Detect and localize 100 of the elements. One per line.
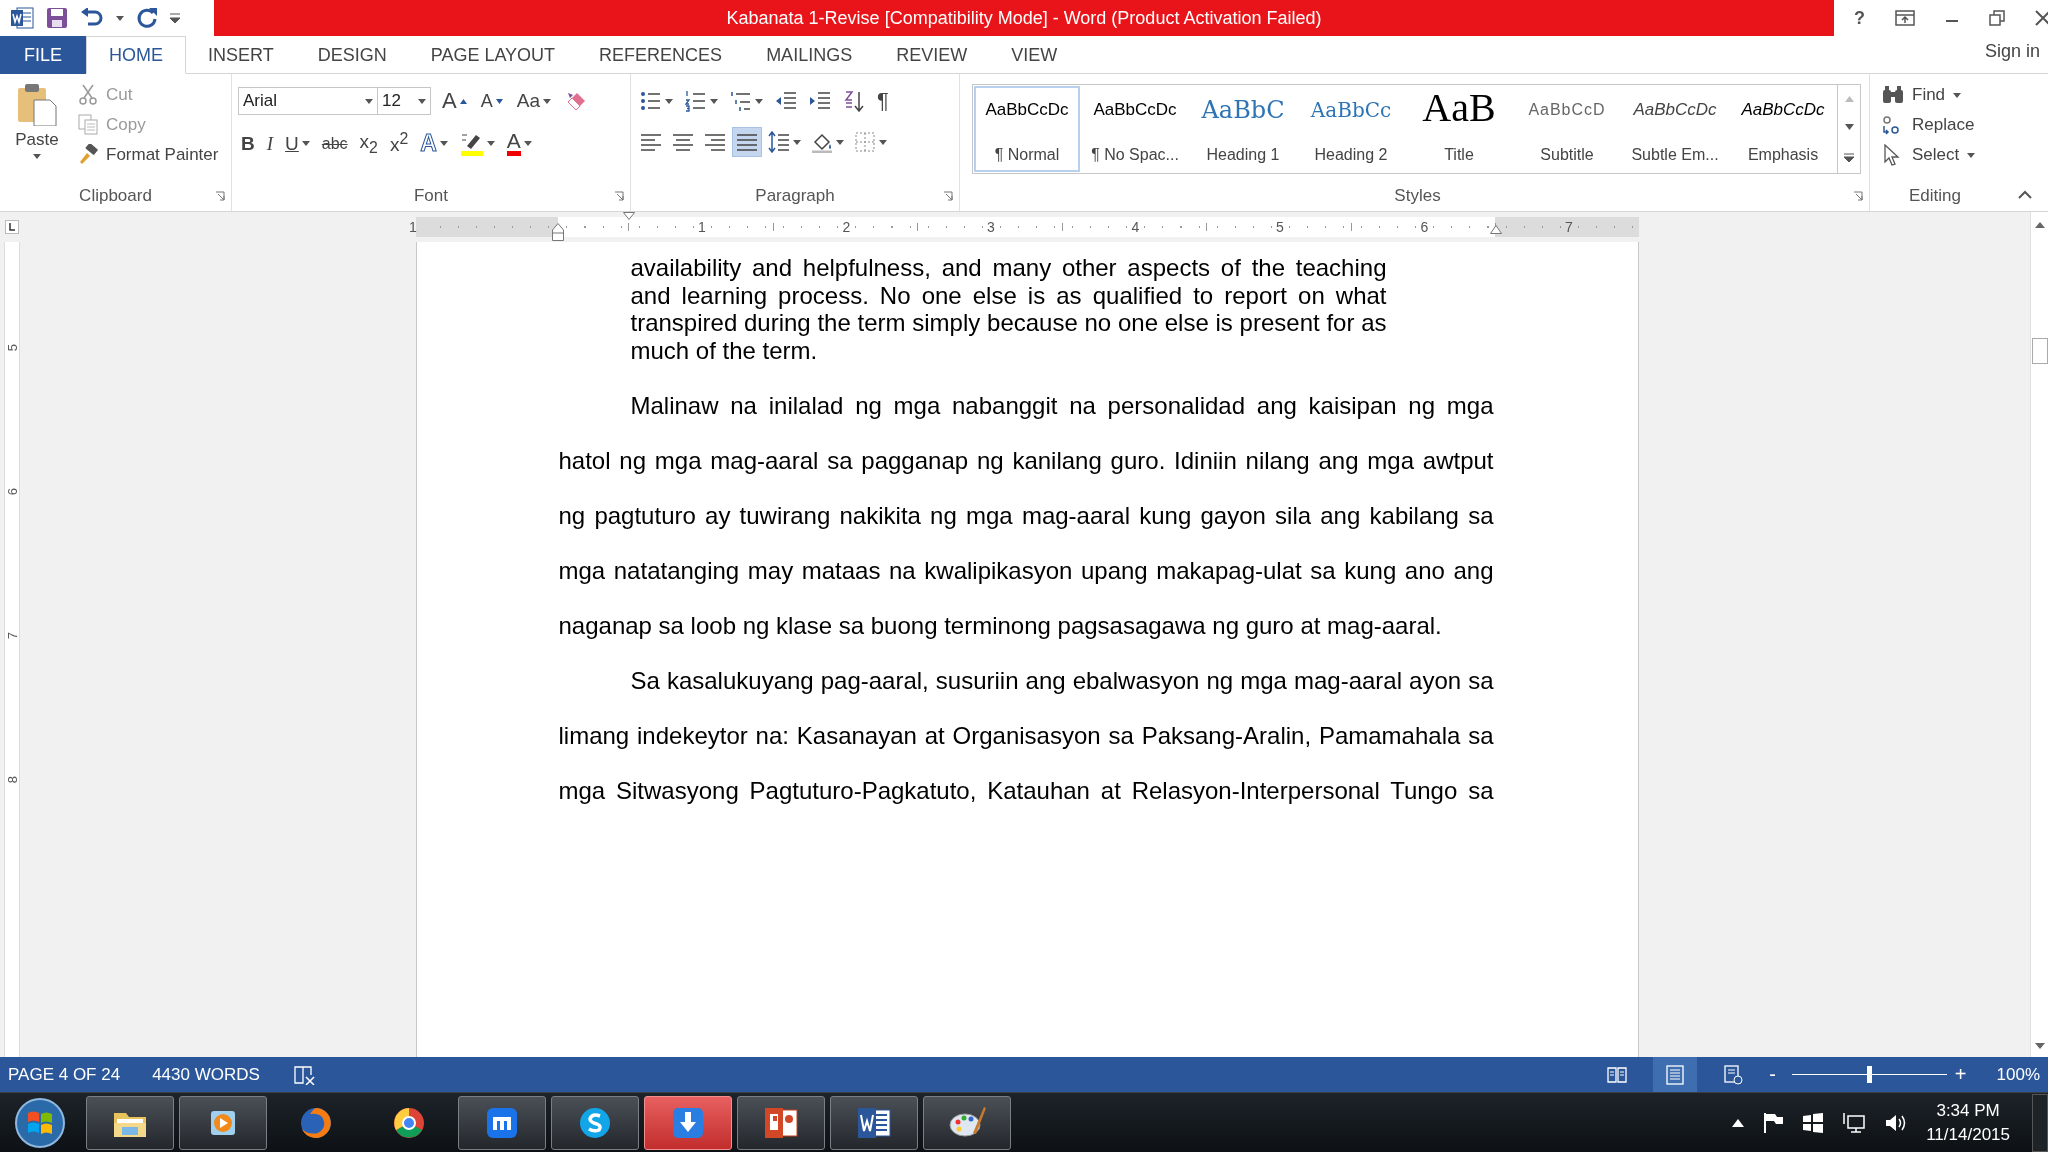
caret-icon[interactable] bbox=[755, 98, 763, 104]
caret-icon[interactable] bbox=[33, 154, 41, 159]
clock-date[interactable]: 11/14/2015 bbox=[1926, 1122, 2010, 1147]
taskbar-button[interactable] bbox=[179, 1095, 267, 1150]
caret-icon[interactable] bbox=[301, 141, 310, 146]
view-button[interactable] bbox=[1653, 1057, 1698, 1092]
font-size-field[interactable]: 12 bbox=[377, 87, 431, 115]
ribbon-tab[interactable]: VIEW bbox=[989, 36, 1080, 74]
caret-icon[interactable] bbox=[793, 139, 801, 145]
style-tile[interactable]: AaBbCcD Subtitle bbox=[1514, 86, 1620, 172]
font-name-field[interactable]: Arial bbox=[238, 87, 378, 115]
shrink-button[interactable]: A bbox=[477, 88, 506, 114]
underline-button[interactable]: U bbox=[282, 130, 313, 157]
numbered-list-icon[interactable] bbox=[685, 90, 707, 112]
network-icon[interactable] bbox=[1842, 1111, 1867, 1134]
launcher-icon[interactable] bbox=[1853, 191, 1863, 201]
bullet-list-icon[interactable] bbox=[640, 90, 662, 112]
zoom-level[interactable]: 100% bbox=[1996, 1064, 2048, 1085]
caret-icon[interactable] bbox=[879, 139, 887, 145]
caret-icon[interactable] bbox=[1953, 92, 1962, 98]
justify-align-button[interactable] bbox=[733, 128, 761, 156]
redo-icon[interactable] bbox=[136, 7, 158, 29]
ribbon-tab[interactable]: PAGE LAYOUT bbox=[408, 36, 578, 74]
style-tile[interactable]: AaBbCcDc Subtle Em... bbox=[1622, 86, 1728, 172]
save-icon[interactable] bbox=[46, 7, 68, 29]
select-button[interactable]: Select bbox=[1882, 144, 1976, 166]
taskbar-button[interactable] bbox=[551, 1095, 639, 1150]
taskbar-button[interactable] bbox=[830, 1095, 918, 1150]
undo-icon[interactable] bbox=[80, 8, 104, 28]
caret-icon[interactable] bbox=[665, 98, 673, 104]
caret-icon[interactable] bbox=[523, 141, 532, 146]
word-count[interactable]: 4430 WORDS bbox=[152, 1064, 260, 1085]
start-button[interactable] bbox=[14, 1096, 66, 1149]
color-button[interactable]: A bbox=[503, 129, 535, 158]
caret-icon[interactable] bbox=[439, 141, 448, 146]
slider-thumb[interactable] bbox=[1867, 1066, 1873, 1083]
caret-icon[interactable] bbox=[710, 98, 718, 104]
line-spacing-icon[interactable] bbox=[768, 131, 790, 153]
scroll-thumb[interactable] bbox=[2031, 338, 2048, 364]
caret-icon[interactable] bbox=[365, 98, 373, 104]
replace-button[interactable]: Replace bbox=[1882, 114, 1976, 136]
ribbon-tab[interactable]: REFERENCES bbox=[577, 36, 745, 74]
paste-button[interactable]: Paste bbox=[6, 80, 68, 181]
launcher-icon[interactable] bbox=[943, 191, 953, 201]
tab-stop-icon[interactable] bbox=[5, 220, 19, 234]
clock-time[interactable]: 3:34 PM bbox=[1936, 1098, 2000, 1123]
caret-icon[interactable] bbox=[486, 141, 495, 146]
strike-button[interactable]: abc bbox=[318, 132, 351, 155]
taskbar-button[interactable] bbox=[458, 1095, 546, 1150]
taskbar-button[interactable] bbox=[644, 1095, 732, 1150]
zoom-out-button[interactable]: - bbox=[1769, 1063, 1776, 1086]
taskbar-button[interactable] bbox=[86, 1095, 174, 1150]
style-tile[interactable]: AaBbCcDc ¶ Normal bbox=[974, 86, 1080, 172]
proofing-icon[interactable] bbox=[293, 1064, 316, 1085]
flag-icon[interactable] bbox=[1762, 1111, 1785, 1134]
scrollbar[interactable] bbox=[2030, 212, 2048, 1057]
find-button[interactable]: Find bbox=[1882, 84, 1976, 106]
effects-button[interactable]: A bbox=[417, 128, 451, 159]
sign-in-link[interactable]: Sign in bbox=[1984, 41, 2048, 62]
increase-indent-icon[interactable] bbox=[809, 90, 831, 112]
caret-icon[interactable] bbox=[836, 139, 844, 145]
style-tile[interactable]: AaBbCcDc Emphasis bbox=[1730, 86, 1836, 172]
sort-icon[interactable] bbox=[843, 90, 865, 112]
subscript-button[interactable]: x$_{2}$ bbox=[356, 128, 381, 159]
scroll-down-icon[interactable] bbox=[2034, 1043, 2045, 1049]
ribbon-tab[interactable]: REVIEW bbox=[874, 36, 990, 74]
first-line-indent-icon[interactable] bbox=[622, 212, 635, 220]
collapse-ribbon-icon[interactable] bbox=[2018, 190, 2032, 199]
style-tile[interactable]: AaBbC Heading 1 bbox=[1190, 86, 1296, 172]
caret-icon[interactable] bbox=[542, 98, 551, 104]
scroll-down-icon[interactable] bbox=[1844, 124, 1854, 131]
page-count[interactable]: PAGE 4 OF 24 bbox=[8, 1064, 121, 1085]
style-tile[interactable]: AaBbCcDc ¶ No Spac... bbox=[1082, 86, 1188, 172]
launcher-icon[interactable] bbox=[215, 191, 225, 201]
paint-bucket-icon[interactable] bbox=[811, 131, 833, 153]
grow-button[interactable]: A bbox=[439, 86, 470, 116]
zoom-in-button[interactable]: + bbox=[1954, 1063, 1967, 1086]
taskbar-button[interactable] bbox=[923, 1095, 1011, 1150]
case-button[interactable]: Aa bbox=[513, 88, 554, 114]
help-button[interactable]: ? bbox=[1854, 7, 1865, 29]
file-tab[interactable]: FILE bbox=[0, 36, 86, 74]
customize-icon[interactable] bbox=[170, 13, 180, 23]
style-tile[interactable]: AaB Title bbox=[1406, 86, 1512, 172]
show-marks-button[interactable]: ¶ bbox=[874, 86, 892, 116]
scroll-up-icon[interactable] bbox=[2034, 222, 2045, 228]
caret-icon[interactable] bbox=[418, 98, 426, 104]
highlighter-icon[interactable] bbox=[459, 131, 484, 156]
restore-icon[interactable] bbox=[1989, 10, 2005, 26]
style-tile[interactable]: AaBbCc Heading 2 bbox=[1298, 86, 1404, 172]
ribbon-tab[interactable]: HOME bbox=[86, 36, 186, 74]
superscript-button[interactable]: x$^{2}$ bbox=[386, 128, 412, 159]
ribbon-display-icon[interactable] bbox=[1895, 10, 1915, 26]
caret-icon[interactable] bbox=[116, 15, 124, 21]
more-icon[interactable] bbox=[1844, 152, 1854, 162]
launcher-icon[interactable] bbox=[614, 191, 624, 201]
show-hidden-icon[interactable] bbox=[1732, 1118, 1745, 1127]
taskbar-button[interactable] bbox=[737, 1095, 825, 1150]
ribbon-tab[interactable]: DESIGN bbox=[295, 36, 409, 74]
bold-button[interactable]: B bbox=[238, 130, 258, 157]
painter-button[interactable]: Format Painter bbox=[78, 144, 219, 165]
